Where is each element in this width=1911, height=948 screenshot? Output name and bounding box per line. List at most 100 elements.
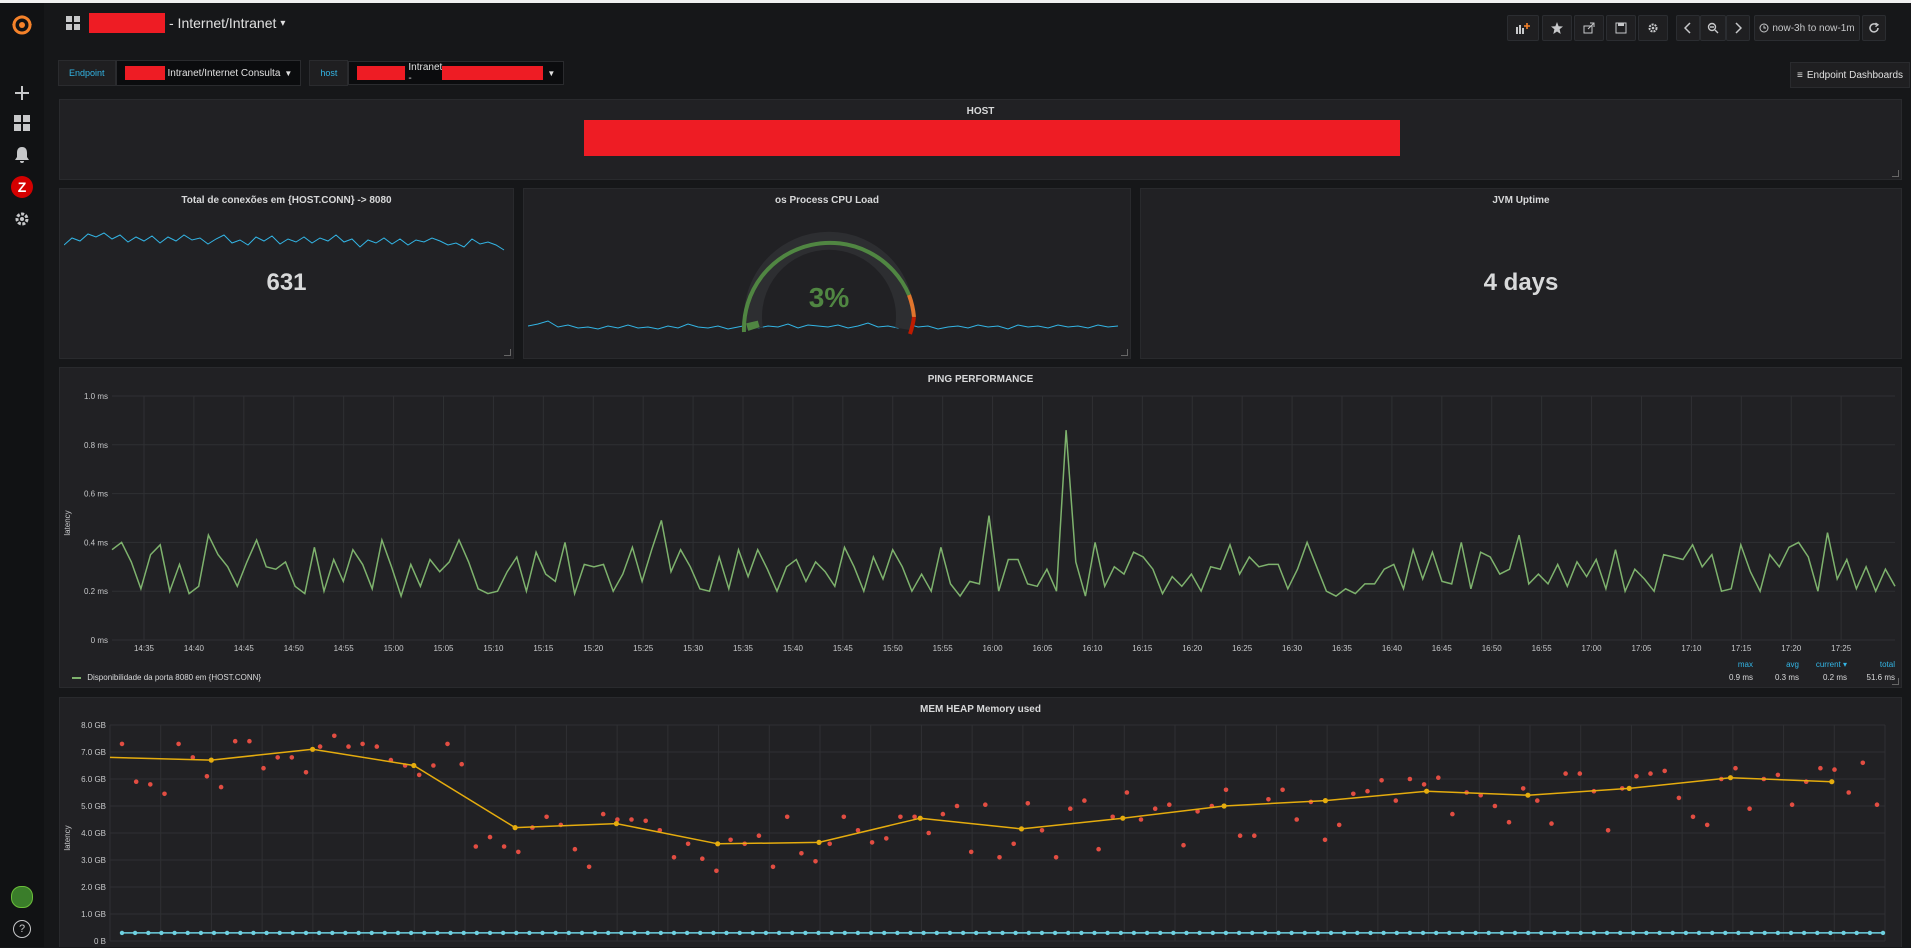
mem-flat-point (369, 930, 374, 936)
ping-xtick-label: 15:30 (683, 644, 704, 653)
mem-line-point (715, 841, 721, 847)
legend-header-current[interactable]: current ▾ (1803, 660, 1847, 669)
ping-xtick-label: 17:15 (1731, 644, 1752, 653)
endpoint-variable-select[interactable]: Intranet/Internet Consulta ▼ (115, 60, 302, 86)
mem-scatter-point (1280, 787, 1285, 793)
uptime-panel-title[interactable]: JVM Uptime (1141, 195, 1901, 206)
mem-scatter-point (572, 846, 578, 852)
connections-panel-title[interactable]: Total de conexões em {HOST.CONN} -> 8080 (60, 195, 513, 206)
mem-scatter-point (360, 741, 365, 747)
mem-flat-point (1407, 930, 1413, 936)
mem-flat-point (1788, 930, 1794, 936)
mem-scatter-point (1252, 833, 1257, 838)
zoom-out-button[interactable] (1700, 15, 1726, 41)
time-picker-button[interactable]: now-3h to now-1m (1754, 15, 1860, 41)
mem-flat-point (895, 930, 900, 936)
ping-xtick-label: 16:40 (1382, 644, 1403, 653)
mem-scatter-point (671, 855, 677, 860)
mem-flat-point (238, 930, 243, 936)
grafana-logo-icon[interactable] (8, 11, 36, 39)
mem-flat-point (868, 930, 874, 936)
host-panel: HOST (59, 99, 1902, 180)
mem-flat-point (816, 930, 821, 936)
redacted-block (584, 120, 1400, 156)
mem-flat-point (487, 930, 493, 936)
legend-swatch (72, 676, 81, 679)
mem-scatter-point (1563, 771, 1568, 776)
endpoint-variable-label: Endpoint (58, 60, 116, 86)
time-forward-button[interactable] (1726, 15, 1750, 41)
mem-flat-point (1539, 930, 1544, 936)
mem-flat-point (1315, 930, 1321, 936)
mem-flat-point (1880, 930, 1886, 936)
legend-header-max[interactable]: max (1715, 660, 1753, 669)
mem-scatter-point (926, 830, 931, 836)
plus-icon[interactable] (8, 79, 36, 107)
mem-flat-point (1381, 930, 1386, 936)
mem-flat-point (146, 930, 151, 936)
settings-button[interactable] (1638, 15, 1668, 41)
help-icon[interactable]: ? (8, 915, 36, 943)
mem-ytick-label: 2.0 GB (81, 883, 106, 892)
mem-scatter-point (940, 811, 946, 817)
mem-scatter-point (1082, 798, 1087, 803)
star-button[interactable] (1542, 15, 1572, 41)
ping-xtick-label: 15:10 (483, 644, 504, 653)
panel-resize-handle[interactable] (1892, 678, 1899, 685)
mem-flat-point (290, 930, 295, 936)
mem-scatter-point (1860, 760, 1866, 766)
share-button[interactable] (1574, 15, 1604, 41)
host-panel-title[interactable]: HOST (60, 106, 1901, 117)
mem-flat-point (921, 930, 926, 936)
cpu-value: 3% (809, 282, 850, 313)
gear-icon[interactable] (8, 205, 36, 233)
mem-flat-point (1854, 930, 1859, 936)
mem-flat-point (435, 930, 440, 936)
dashboards-icon[interactable] (8, 109, 36, 137)
refresh-button[interactable] (1862, 15, 1886, 41)
time-back-button[interactable] (1676, 15, 1700, 41)
panel-resize-handle[interactable] (504, 349, 511, 356)
ping-xtick-label: 14:35 (134, 644, 155, 653)
bell-icon[interactable] (8, 141, 36, 169)
panel-resize-handle[interactable] (1121, 349, 1128, 356)
legend-header-total[interactable]: total (1851, 660, 1895, 669)
mem-line-point (1525, 792, 1531, 798)
zabbix-icon[interactable]: Z (8, 173, 36, 201)
mem-flat-point (974, 930, 979, 936)
ping-legend-item[interactable]: Disponibilidade da porta 8080 em {HOST.C… (72, 673, 261, 682)
panel-resize-handle[interactable] (1892, 170, 1899, 177)
mem-flat-point (1696, 930, 1702, 936)
dashboard-grid-icon[interactable] (66, 16, 80, 35)
mem-flat-point (343, 930, 348, 936)
mem-flat-point (790, 930, 795, 936)
mem-scatter-point (1025, 801, 1031, 806)
add-panel-button[interactable] (1507, 15, 1539, 41)
connections-value: 631 (266, 269, 307, 296)
mem-flat-point (1105, 930, 1110, 936)
mem-scatter-point (1436, 775, 1441, 780)
mem-flat-point (1657, 930, 1662, 936)
mem-flat-point (1197, 930, 1202, 936)
mem-scatter-point (1535, 798, 1540, 803)
mem-scatter-point (1577, 771, 1583, 776)
cpu-panel-title[interactable]: os Process CPU Load (524, 195, 1130, 206)
mem-line-point (917, 815, 923, 821)
mem-scatter-point (586, 864, 592, 870)
mem-scatter-point (1124, 790, 1130, 795)
mem-flat-point (1618, 930, 1623, 936)
uptime-panel: JVM Uptime 4 days (1140, 188, 1902, 359)
mem-flat-point (1841, 930, 1846, 936)
mem-flat-point (1250, 930, 1255, 936)
save-button[interactable] (1606, 15, 1636, 41)
legend-header-avg[interactable]: avg (1757, 660, 1799, 669)
host-variable-select[interactable]: Intranet - ▼ (348, 61, 565, 85)
mem-scatter-point (1237, 833, 1243, 838)
ping-ytick-label: 0.2 ms (84, 587, 108, 596)
dashboard-title[interactable]: - Internet/Intranet ▾ (89, 13, 285, 33)
ping-xtick-label: 15:25 (633, 644, 654, 653)
mem-scatter-point (1266, 797, 1271, 802)
endpoint-dashboards-link[interactable]: ≡ Endpoint Dashboards (1790, 62, 1911, 88)
mem-scatter-point (855, 828, 861, 833)
user-avatar-icon[interactable] (8, 883, 36, 911)
